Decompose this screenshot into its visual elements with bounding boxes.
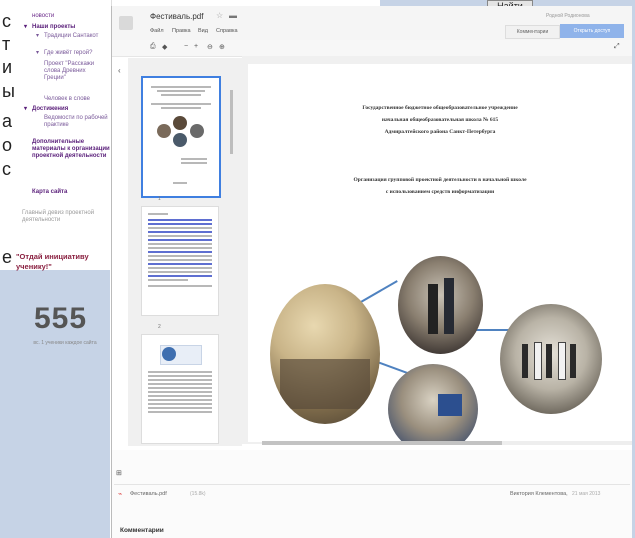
attachment-header-icon: ⊞ xyxy=(116,470,122,477)
attachment-author: Виктория Клементова, xyxy=(510,491,568,497)
sidebar-item-reports[interactable]: Ведомости по рабочей практике xyxy=(44,115,108,129)
comments-button[interactable]: Комментарии xyxy=(505,25,560,39)
edge-letter: ы xyxy=(2,81,15,101)
sidebar-item-projects[interactable]: ▾ Наши проекты xyxy=(24,24,110,31)
site-sidebar: новости ▾ Наши проекты ▾ Традиции Сантакот… xyxy=(16,0,112,270)
menu-help[interactable]: Справка xyxy=(216,28,238,34)
org-name-line: Государственное бюджетное общеобразовате… xyxy=(362,105,518,111)
menu-file[interactable]: Файл xyxy=(150,28,164,34)
sidebar-item-achievements[interactable]: ▾ Достижения xyxy=(24,106,110,113)
visit-counter: 555 xyxy=(34,302,88,335)
page-thumbnail[interactable] xyxy=(141,206,219,316)
pdf-icon: ⌁ xyxy=(118,491,123,498)
org-name-line: начальная общеобразовательная школа № 61… xyxy=(381,117,499,123)
page-next-icon[interactable]: + xyxy=(194,43,198,50)
document-topic-line: Организация групповой проектной деятельн… xyxy=(353,177,527,183)
motto-quote: "Отдай инициативу ученику!" xyxy=(16,252,89,271)
page-thumbnail[interactable] xyxy=(141,334,219,444)
document-area: Государственное бюджетное общеобразовате… xyxy=(242,56,632,444)
print-icon[interactable]: ⎙ xyxy=(150,43,156,51)
scrollbar-thumb[interactable] xyxy=(262,441,502,445)
attachment-date: 21 мая 2013 xyxy=(572,491,601,497)
sidebar-item-news[interactable]: новости xyxy=(32,13,110,20)
drive-logo-icon[interactable] xyxy=(119,16,133,30)
sidebar-item-greece-project[interactable]: Проект "Расскажи слова Древних Греции" xyxy=(44,61,108,82)
thumbnail-number: 2 xyxy=(158,324,161,330)
viewer-topbar: Фестиваль.pdf ☆ ▬ Файл Правка Вид Справк… xyxy=(112,6,632,40)
edge-letter: с xyxy=(2,159,11,179)
share-button[interactable]: Открыть доступ xyxy=(560,24,624,38)
menu-edit[interactable]: Правка xyxy=(172,28,191,34)
students-photo xyxy=(398,256,483,354)
page-prev-icon[interactable]: − xyxy=(184,43,188,50)
menu-view[interactable]: Вид xyxy=(198,28,208,34)
zoom-in-icon[interactable]: ⊕ xyxy=(219,43,225,51)
sidebar-item-sitemap[interactable]: Карта сайта xyxy=(32,189,110,196)
page-thumbnail[interactable] xyxy=(141,76,221,198)
folder-icon[interactable]: ▬ xyxy=(229,11,237,20)
visit-counter-caption: вс. 1 ученики каждое сайта xyxy=(33,340,97,346)
computer-lesson-photo xyxy=(388,364,478,442)
viewer-toolbar: ⎙ ◆ − + ⊖ ⊕ ⤢ xyxy=(112,40,632,57)
sidebar-motto-heading: Главный девиз проектной деятельности xyxy=(22,210,95,223)
horizontal-scrollbar[interactable] xyxy=(262,441,632,445)
attachment-size: (15.8k) xyxy=(190,491,206,497)
zoom-out-icon[interactable]: ⊖ xyxy=(207,43,213,51)
sidebar-item-word[interactable]: Человек в слове xyxy=(44,96,108,103)
collapse-thumbnails-icon[interactable]: ‹ xyxy=(118,66,121,75)
edge-letter: е xyxy=(2,247,13,267)
classroom-photo xyxy=(270,284,380,424)
edge-letter: а xyxy=(2,111,13,131)
star-icon[interactable]: ☆ xyxy=(216,11,223,20)
thumbnail-scrollbar[interactable] xyxy=(230,90,233,154)
document-topic-line: с использованием средств информатизации xyxy=(385,189,495,195)
attachment-link[interactable]: Фестиваль.pdf xyxy=(130,491,167,497)
drive-viewer: Фестиваль.pdf ☆ ▬ Файл Правка Вид Справк… xyxy=(111,6,632,538)
edge-letter: о xyxy=(2,135,13,155)
document-page: Государственное бюджетное общеобразовате… xyxy=(248,64,632,442)
expand-icon[interactable]: ⤢ xyxy=(614,43,620,51)
sidebar-item-hero[interactable]: ▾ Где живёт герой? xyxy=(36,50,108,57)
comments-heading: Комментарии xyxy=(120,527,164,534)
divider xyxy=(114,484,630,485)
sidebar-item-materials[interactable]: Дополнительные материалы к организации п… xyxy=(32,139,110,160)
attachment-section: ⊞ ⌁ Фестиваль.pdf (15.8k) Виктория Клеме… xyxy=(112,450,632,538)
thumbnail-number: 1 xyxy=(158,196,161,202)
user-name[interactable]: Родной Родионова xyxy=(546,13,590,19)
background-text-strip: с т и ы а о с е xyxy=(0,0,16,270)
thumbnail-strip: 1 2 xyxy=(128,58,242,446)
edge-letter: с xyxy=(2,11,11,31)
sidebar-item-traditions[interactable]: ▾ Традиции Сантакот xyxy=(36,33,108,40)
download-icon[interactable]: ◆ xyxy=(162,43,167,51)
edge-letter: и xyxy=(2,57,13,77)
file-title[interactable]: Фестиваль.pdf xyxy=(150,12,203,21)
org-name-line: Адмиралтейского района Санкт-Петербурга xyxy=(384,129,496,135)
class-group-photo xyxy=(500,304,602,414)
edge-letter: т xyxy=(2,34,11,54)
